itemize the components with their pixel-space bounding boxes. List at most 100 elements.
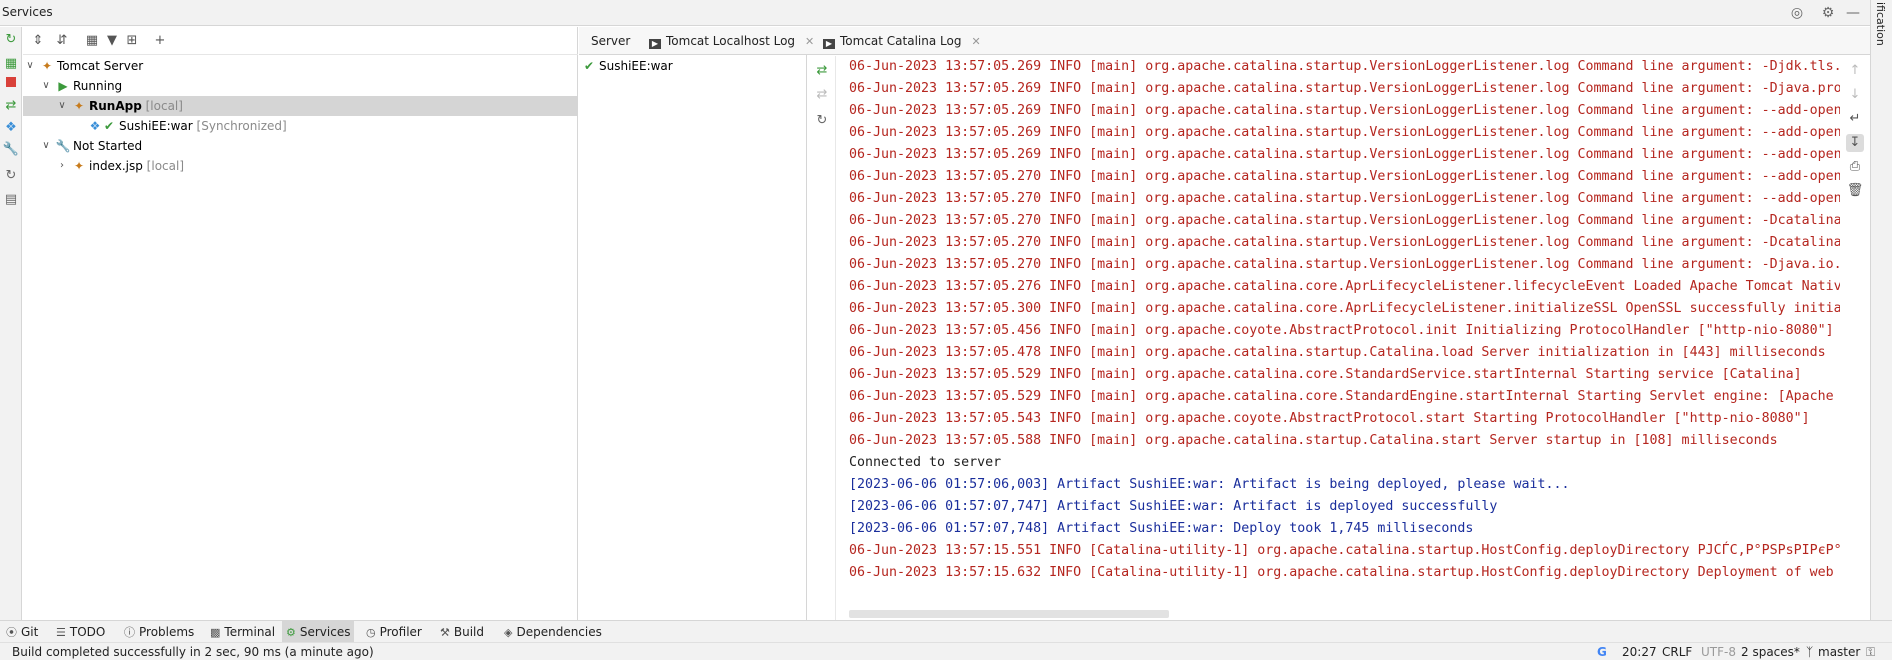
artifact-item[interactable]: ✔ SushiEE:war [579,56,807,76]
chevron-down-icon[interactable]: ∨ [39,76,53,96]
add-service-icon[interactable]: + [151,32,169,50]
tab-label: Tomcat Localhost Log [666,34,796,48]
tree-item-label: Tomcat Server [57,59,144,73]
cursor-position[interactable]: 20:27 [1622,643,1657,660]
refresh-icon[interactable]: ↻ [2,167,20,185]
trash-icon[interactable]: 🗑 [1846,182,1864,200]
refresh-icon[interactable]: ↻ [813,112,831,130]
console-toolbar: ⇄ ⇄ ↻ [808,56,836,620]
undeploy-icon[interactable]: ⇄ [813,86,831,104]
arrow-down-icon[interactable]: ↓ [1846,86,1864,104]
file-encoding[interactable]: UTF-8 [1701,643,1736,660]
git-icon: ⦿ [6,626,17,639]
tomcat-icon: ✦ [73,159,85,173]
layout-icon[interactable]: ▤ [2,191,20,209]
chevron-down-icon[interactable]: ∨ [55,96,69,116]
tab-todo[interactable]: ☰ TODO [52,621,109,643]
tree-toolbar: ⇕ ⇵ ▦ ▼ ⊞ + [23,27,578,55]
tree-item-suffix: [Synchronized] [192,119,287,133]
console-line: 06-Jun-2023 13:57:05.269 INFO [main] org… [849,81,1840,96]
tree-item-sushiee-war[interactable]: ❖ ✔ SushiEE:war [Synchronized] [23,116,578,136]
deploy-icon[interactable]: ▦ [2,55,20,73]
tab-problems[interactable]: ⓘ Problems [120,621,198,643]
lock-icon[interactable]: ⚿ [1866,643,1875,660]
console-icon: ▶ [823,39,835,49]
tab-label: Build [453,625,484,639]
tab-label: Tomcat Catalina Log [840,34,962,48]
build-icon: ⚒ [440,626,450,639]
close-icon[interactable]: ✕ [805,35,814,48]
scroll-to-end-icon[interactable]: ↧ [1846,134,1864,152]
tab-tomcat-catalina-log[interactable]: ▶ Tomcat Catalina Log ✕ [823,27,981,55]
services-icon: ⚙ [286,626,296,639]
tree-item-index-jsp[interactable]: › ✦ index.jsp [local] [23,156,578,176]
console-line: 06-Jun-2023 13:57:05.270 INFO [main] org… [849,191,1840,206]
wrench-icon[interactable]: 🔧 [2,141,20,159]
rerun-icon[interactable]: ↻ [2,31,20,49]
line-separator[interactable]: CRLF [1662,643,1692,660]
tab-dependencies[interactable]: ◈ Dependencies [500,621,606,643]
tree-item-not-started[interactable]: ∨ 🔧 Not Started [23,136,578,156]
console-icon: ▶ [649,39,661,49]
minimize-icon[interactable]: — [1844,4,1862,22]
check-icon: ✔ [103,119,115,133]
console-line: [2023-06-06 01:57:07,748] Artifact Sushi… [849,521,1474,536]
soft-wrap-icon[interactable]: ↵ [1846,110,1864,128]
tab-terminal[interactable]: ▩ Terminal [206,621,279,643]
tab-tomcat-localhost-log[interactable]: ▶ Tomcat Localhost Log ✕ [649,27,814,55]
chevron-right-icon[interactable]: › [55,156,69,176]
tab-git[interactable]: ⦿ Git [2,621,42,643]
stop-icon[interactable] [2,75,20,93]
notifications-label[interactable]: ifications [1874,2,1887,46]
profiler-icon: ◷ [366,626,376,639]
close-icon[interactable]: ✕ [971,35,980,48]
tomcat-icon: ✦ [41,59,53,73]
tree-item-tomcat-server[interactable]: ∨ ✦ Tomcat Server [23,56,578,76]
horizontal-scrollbar[interactable] [849,610,1169,618]
chevron-down-icon[interactable]: ∨ [39,136,53,156]
services-tree-panel: ⇕ ⇵ ▦ ▼ ⊞ + ∨ ✦ Tomcat Server ∨ ▶ Runnin… [23,27,578,620]
chevron-down-icon[interactable]: ∨ [23,56,37,76]
tab-label: Server [591,34,631,48]
group-by-icon[interactable]: ▦ [83,32,101,50]
tool-window-bar: ⦿ Git ☰ TODO ⓘ Problems ▩ Terminal ⚙ Services… [0,620,1892,643]
tab-services[interactable]: ⚙ Services [282,621,355,643]
problems-icon: ⓘ [124,626,135,639]
tab-label: TODO [69,625,106,639]
new-tab-icon[interactable]: ⊞ [123,32,141,50]
tab-profiler[interactable]: ◷ Profiler [362,621,426,643]
console-line: 06-Jun-2023 13:57:05.269 INFO [main] org… [849,147,1840,162]
expand-all-icon[interactable]: ⇕ [29,32,47,50]
dependencies-icon: ◈ [504,626,513,639]
indent-setting[interactable]: 2 spaces* [1741,643,1800,660]
console-line: 06-Jun-2023 13:57:05.529 INFO [main] org… [849,389,1834,404]
terminal-icon: ▩ [210,626,221,639]
tree-item-running[interactable]: ∨ ▶ Running [23,76,578,96]
status-message[interactable]: Build completed successfully in 2 sec, 9… [12,643,374,660]
arrow-up-icon[interactable]: ↑ [1846,62,1864,80]
tomcat-icon: ✦ [73,99,85,113]
tab-build[interactable]: ⚒ Build [436,621,488,643]
collapse-all-icon[interactable]: ⇵ [53,32,71,50]
tree-item-runapp[interactable]: ∨ ✦ RunApp [local] [23,96,578,116]
tree-item-label: index.jsp [89,159,143,173]
console-line: 06-Jun-2023 13:57:05.269 INFO [main] org… [849,125,1840,140]
gear-icon[interactable]: ⚙ [1819,4,1837,22]
globe-icon[interactable]: ◎ [1788,4,1806,22]
git-branch[interactable]: master [1818,643,1860,660]
console-line: 06-Jun-2023 13:57:15.551 INFO [Catalina-… [849,543,1840,558]
filter-icon[interactable]: ▼ [103,32,121,50]
google-icon[interactable]: G [1597,643,1607,660]
debug-icon[interactable]: ❖ [2,119,20,137]
deploy-icon[interactable]: ⇄ [813,62,831,80]
tab-server[interactable]: Server [591,27,630,55]
notifications-strip[interactable]: ifications [1870,0,1892,620]
console-output[interactable]: 06-Jun-2023 13:57:05.269 INFO [main] org… [837,56,1840,620]
console-line: 06-Jun-2023 13:57:05.300 INFO [main] org… [849,301,1840,316]
title-bar: Services ◎ ⚙ — [0,0,1892,26]
console-line: 06-Jun-2023 13:57:05.270 INFO [main] org… [849,169,1840,184]
print-icon[interactable]: ⎙ [1846,158,1864,176]
update-icon[interactable]: ⇄ [2,97,20,115]
console-line: 06-Jun-2023 13:57:05.276 INFO [main] org… [849,279,1840,294]
run-icon: ▶ [58,79,68,93]
